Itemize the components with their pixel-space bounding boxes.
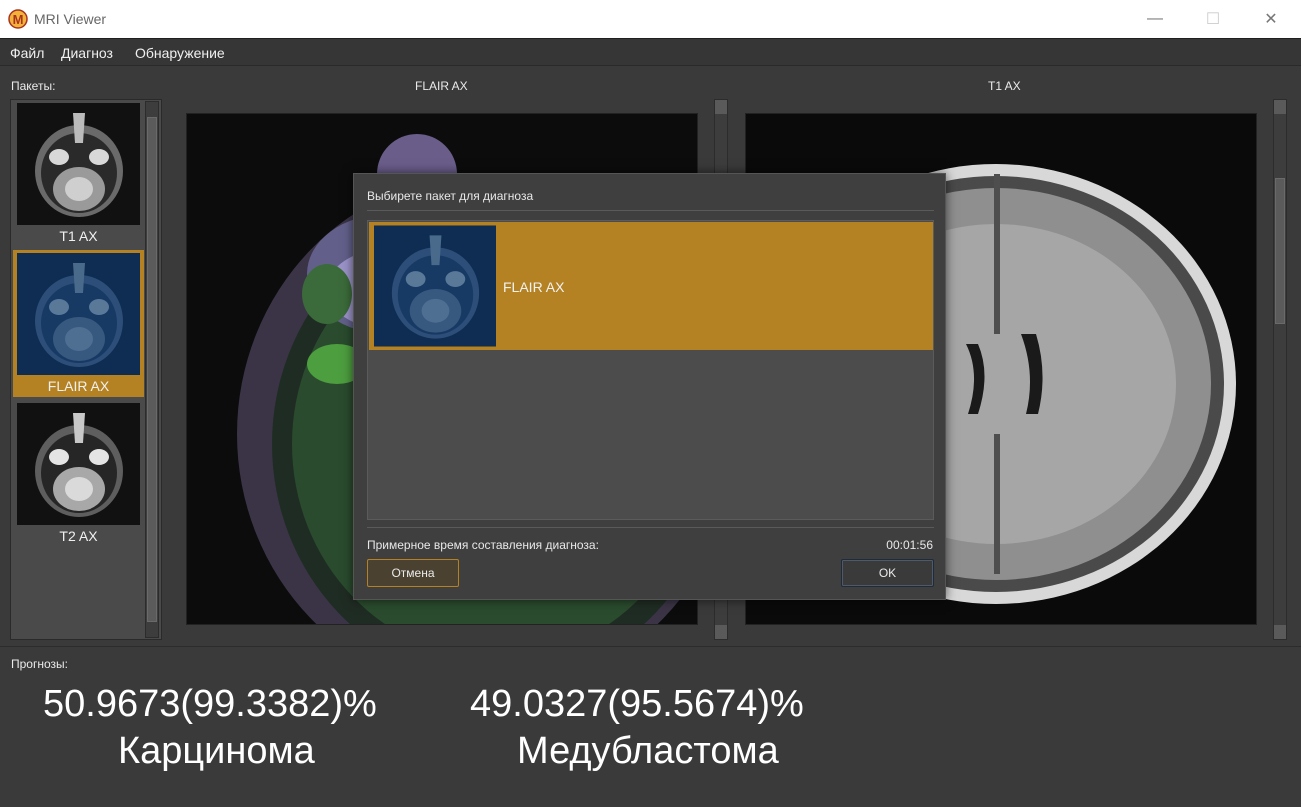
packets-label: Пакеты:	[11, 79, 56, 93]
menu-detection[interactable]: Обнаружение	[135, 45, 225, 61]
window-title: MRI Viewer	[34, 11, 107, 27]
dialog-packet-label: FLAIR AX	[503, 279, 565, 295]
t1-viewer-scrollbar[interactable]	[1273, 99, 1287, 640]
minimize-button[interactable]: —	[1126, 0, 1184, 38]
select-packet-dialog: Выбирете пакет для диагноза FLAIR AX При…	[353, 173, 946, 600]
right-viewer-title: T1 AX	[988, 79, 1021, 93]
scroll-down-arrow[interactable]	[715, 625, 727, 639]
ok-button[interactable]: OK	[841, 559, 934, 587]
t2-thumbnail-image	[17, 403, 140, 525]
flair-thumbnail-image	[374, 225, 496, 347]
dialog-packet-list[interactable]: FLAIR AX	[367, 220, 934, 520]
prediction-value: 50.9673(99.3382)%	[43, 683, 377, 725]
menu-file[interactable]: Файл	[10, 45, 44, 61]
close-icon: ✕	[1264, 11, 1278, 28]
t1-thumbnail-image	[17, 103, 140, 225]
scrollbar-thumb[interactable]	[147, 117, 157, 622]
packet-list: T1 AX FLAIR AX T2 AX	[10, 99, 162, 640]
estimate-time-value: 00:01:56	[886, 538, 933, 552]
flair-thumbnail-image	[17, 253, 140, 375]
prediction-name: Карцинома	[118, 730, 315, 772]
prediction-name: Медубластома	[517, 730, 779, 772]
packet-label: FLAIR AX	[47, 378, 110, 394]
maximize-button[interactable]: ☐	[1184, 0, 1242, 38]
menu-diagnosis[interactable]: Диагноз	[61, 45, 113, 61]
divider	[0, 646, 1301, 647]
minimize-icon: —	[1147, 10, 1163, 27]
scroll-up-arrow[interactable]	[1274, 100, 1286, 114]
packet-label: T2 AX	[59, 528, 98, 544]
left-viewer-title: FLAIR AX	[415, 79, 468, 93]
dialog-title: Выбирете пакет для диагноза	[367, 189, 534, 203]
svg-text:M: M	[13, 12, 24, 27]
cancel-button[interactable]: Отмена	[367, 559, 459, 587]
packet-label: T1 AX	[59, 228, 98, 244]
dialog-packet-item[interactable]: FLAIR AX	[369, 222, 933, 350]
packet-item-flair[interactable]: FLAIR AX	[13, 250, 144, 397]
prediction-value: 49.0327(95.5674)%	[470, 683, 804, 725]
title-bar: M MRI Viewer — ☐ ✕	[0, 0, 1301, 38]
packet-item-t2[interactable]: T2 AX	[13, 400, 144, 547]
mri-logo-icon: M	[8, 9, 28, 29]
maximize-icon: ☐	[1205, 11, 1221, 28]
menu-bar: Файл Диагноз Обнаружение	[0, 38, 1301, 66]
estimate-time-label: Примерное время составления диагноза:	[367, 538, 599, 552]
predictions-label: Прогнозы:	[11, 657, 68, 671]
dialog-divider	[367, 527, 934, 528]
scroll-up-arrow[interactable]	[715, 100, 727, 114]
scroll-down-arrow[interactable]	[1274, 625, 1286, 639]
scrollbar-thumb[interactable]	[1275, 178, 1285, 324]
packet-item-t1[interactable]: T1 AX	[13, 100, 144, 247]
dialog-divider	[367, 210, 934, 211]
close-button[interactable]: ✕	[1242, 0, 1300, 38]
packet-list-scrollbar[interactable]	[145, 101, 159, 638]
